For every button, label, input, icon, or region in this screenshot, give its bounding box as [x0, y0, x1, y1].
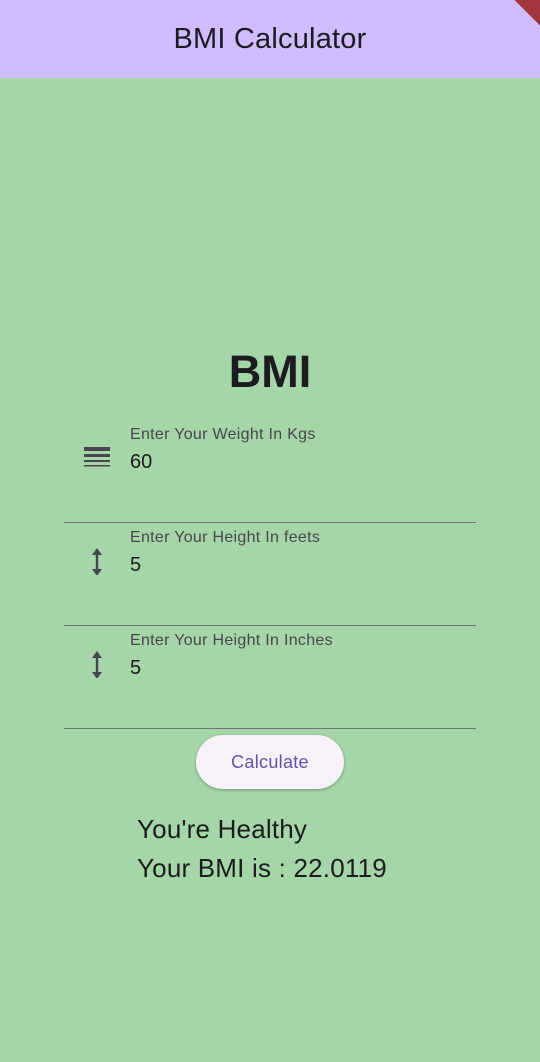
height-feet-field-label: Enter Your Height In feets [130, 529, 321, 546]
line-weight-icon [82, 442, 112, 472]
debug-banner [489, 0, 540, 39]
app-bar: BMI Calculator [0, 0, 540, 78]
height-feet-field-value[interactable]: 5 [130, 554, 141, 577]
height-icon [82, 545, 112, 576]
app-title: BMI Calculator [173, 22, 367, 55]
weight-field-value[interactable]: 60 [130, 451, 152, 474]
weight-field-label: Enter Your Weight In Kgs [130, 426, 316, 443]
height-inches-field-label: Enter Your Height In Inches [130, 632, 333, 649]
height-feet-field[interactable]: Enter Your Height In feets 5 [64, 525, 476, 626]
result-status: You're Healthy [137, 814, 308, 844]
height-inches-field[interactable]: Enter Your Height In Inches 5 [64, 628, 476, 729]
height-icon [82, 648, 112, 679]
weight-field[interactable]: Enter Your Weight In Kgs 60 [64, 422, 476, 523]
calculate-button[interactable]: Calculate [196, 735, 344, 789]
page-headline: BMI [228, 346, 312, 397]
height-inches-field-value[interactable]: 5 [130, 657, 141, 680]
result-bmi: Your BMI is : 22.0119 [137, 853, 387, 883]
